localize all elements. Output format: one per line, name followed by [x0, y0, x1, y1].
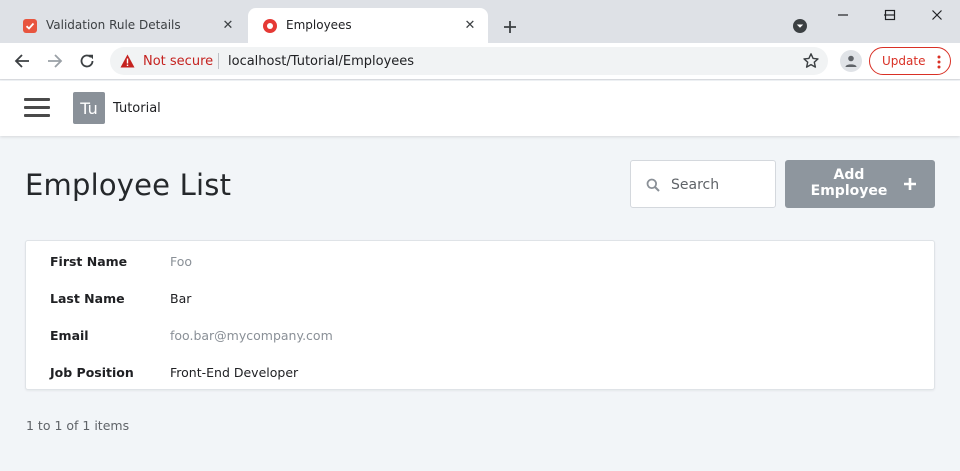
- add-employee-label: Add Employee: [810, 167, 888, 199]
- forward-button[interactable]: [44, 50, 66, 72]
- plus-icon: [904, 178, 916, 190]
- field-label: First Name: [50, 254, 128, 269]
- employee-detail-card: First Name Foo Last Name Bar Email foo.b…: [25, 240, 935, 390]
- maximize-button[interactable]: [867, 0, 913, 30]
- reload-icon: [80, 54, 94, 68]
- shield-favicon-icon: [23, 19, 37, 33]
- app-avatar: Tu: [73, 92, 105, 124]
- maximize-icon: [884, 9, 896, 21]
- tab-title: Employees: [286, 18, 352, 32]
- person-icon: [845, 55, 857, 67]
- field-value: foo.bar@mycompany.com: [170, 328, 333, 343]
- field-value: Bar: [170, 291, 192, 306]
- new-tab-button[interactable]: [498, 15, 522, 39]
- field-value: Front-End Developer: [170, 365, 299, 380]
- reload-button[interactable]: [76, 50, 98, 72]
- arrow-right-icon: [48, 54, 63, 68]
- bookmark-star-icon[interactable]: [802, 52, 820, 70]
- field-label: Job Position: [50, 365, 134, 380]
- app-name: Tutorial: [113, 101, 161, 116]
- arrow-left-icon: [14, 54, 29, 68]
- tab-title: Validation Rule Details: [46, 18, 181, 32]
- minimize-icon: [838, 14, 848, 16]
- add-employee-button[interactable]: Add Employee: [785, 160, 935, 208]
- pager-info: 1 to 1 of 1 items: [26, 418, 130, 433]
- update-button[interactable]: Update: [869, 47, 951, 75]
- field-value: Foo: [170, 254, 193, 269]
- address-bar-divider: [218, 53, 219, 69]
- update-label: Update: [882, 54, 926, 68]
- more-vertical-icon: [937, 55, 941, 69]
- field-row-last-name: Last Name Bar: [26, 279, 936, 316]
- tab-search-icon[interactable]: [791, 17, 809, 35]
- tab-validation-rule-details[interactable]: Validation Rule Details ✕: [8, 8, 246, 43]
- url-text[interactable]: localhost/Tutorial/Employees: [228, 54, 414, 69]
- search-input[interactable]: [671, 174, 767, 196]
- field-row-first-name: First Name Foo: [26, 242, 936, 279]
- browser-toolbar: Not secure localhost/Tutorial/Employees …: [0, 43, 960, 80]
- page-title: Employee List: [25, 168, 232, 202]
- minimize-button[interactable]: [820, 0, 866, 30]
- field-row-job-position: Job Position Front-End Developer: [26, 353, 936, 390]
- field-row-email: Email foo.bar@mycompany.com: [26, 316, 936, 353]
- plus-icon: [504, 21, 516, 33]
- close-tab-icon[interactable]: ✕: [462, 17, 478, 33]
- field-label: Email: [50, 328, 89, 343]
- warning-icon: [120, 54, 135, 68]
- search-box[interactable]: [630, 160, 776, 208]
- hamburger-menu-icon[interactable]: [24, 98, 50, 118]
- close-tab-icon[interactable]: ✕: [220, 17, 236, 33]
- field-label: Last Name: [50, 291, 125, 306]
- back-button[interactable]: [11, 50, 33, 72]
- browser-tab-strip: Validation Rule Details ✕ Employees ✕: [0, 0, 960, 43]
- tab-employees[interactable]: Employees ✕: [248, 8, 488, 43]
- address-bar[interactable]: Not secure localhost/Tutorial/Employees: [110, 47, 828, 75]
- search-icon: [646, 178, 660, 192]
- close-window-button[interactable]: [914, 0, 960, 30]
- close-icon: [932, 10, 942, 20]
- profile-button[interactable]: [840, 50, 862, 72]
- app-header: Tu Tutorial: [0, 81, 960, 136]
- app-favicon-icon: [263, 19, 277, 33]
- security-status-label[interactable]: Not secure: [143, 54, 213, 69]
